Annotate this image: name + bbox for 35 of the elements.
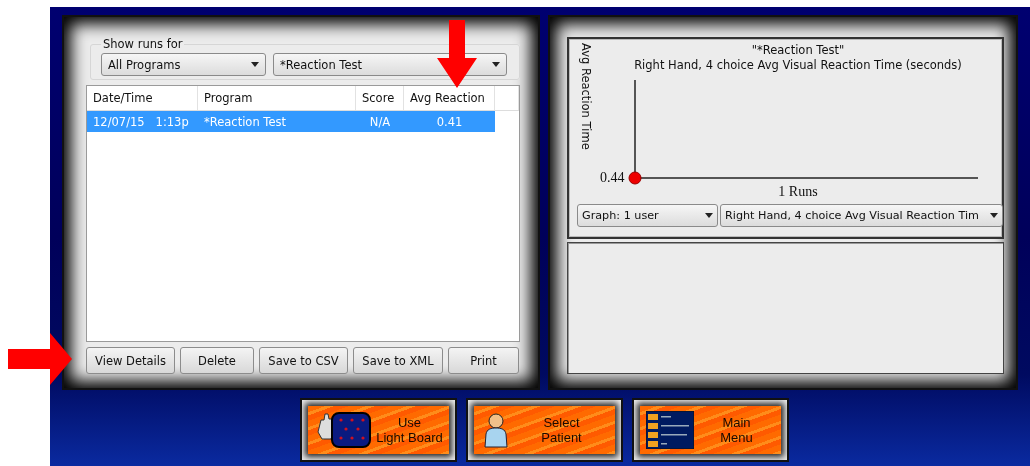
- column-header[interactable]: Score: [356, 86, 404, 110]
- caret-icon: [492, 62, 500, 67]
- table-cell: 12/07/15 1:13p: [87, 111, 198, 132]
- nav-button[interactable]: Use Light Board: [300, 398, 457, 462]
- nav-button[interactable]: Select Patient: [466, 398, 623, 462]
- action-button[interactable]: View Details: [86, 347, 175, 374]
- graph-mode-dropdown[interactable]: Graph: 1 user: [577, 204, 718, 227]
- axis-label: 1 Runs: [778, 184, 818, 200]
- nav-button[interactable]: Main Menu: [632, 398, 789, 462]
- column-header[interactable]: Program: [198, 86, 356, 110]
- action-button[interactable]: Delete: [180, 347, 254, 374]
- chart-subtitle: Right Hand, 4 choice Avg Visual Reaction Time (seconds): [634, 58, 962, 73]
- caret-icon: [705, 213, 713, 218]
- nav-label: Select Patient: [540, 415, 583, 445]
- nav-label: Main Menu: [719, 415, 754, 445]
- down-arrow-icon: [437, 20, 477, 88]
- chart-title: "*Reaction Test": [751, 43, 845, 58]
- action-button[interactable]: Save to XML: [353, 347, 443, 374]
- group-label: Show runs for: [102, 37, 184, 51]
- menu-screen-icon: [646, 411, 694, 449]
- hand-lightboard-icon: [314, 410, 372, 450]
- table-cell: 0.41: [404, 111, 495, 132]
- nav-label: Use Light Board: [376, 415, 443, 445]
- point-label: 0.44: [600, 170, 625, 185]
- table-cell: N/A: [356, 111, 404, 132]
- measure-dropdown[interactable]: Right Hand, 4 choice Avg Visual Reaction Tim: [720, 204, 1003, 227]
- right-arrow-icon: [8, 333, 72, 385]
- action-button[interactable]: Save to CSV: [259, 347, 348, 374]
- caret-icon: [990, 213, 998, 218]
- data-point: [628, 171, 642, 185]
- program-dropdown[interactable]: All Programs: [101, 53, 266, 76]
- action-button[interactable]: Print: [448, 347, 519, 374]
- caret-icon: [251, 62, 259, 67]
- column-header[interactable]: Date/Time: [87, 86, 198, 110]
- table-cell: *Reaction Test: [198, 111, 356, 132]
